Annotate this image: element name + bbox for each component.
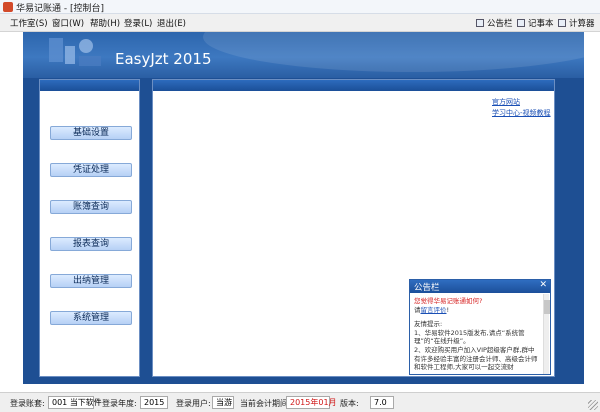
menu-help[interactable]: 帮助(H) [90, 17, 120, 29]
window-title: 华易记账通 - [控制台] [16, 4, 104, 14]
official-site-link[interactable]: 官方网站 [492, 97, 520, 107]
user-value: 当游 [212, 396, 234, 409]
bulletin-question-link[interactable]: 您觉得华易记账通如何? [414, 297, 540, 306]
close-icon[interactable]: ✕ [539, 280, 547, 290]
status-bar: 登录账套: 001 当下软件 登录年度: 2015 登录用户: 当游 当前会计期… [0, 392, 600, 412]
bulletin-tips-title: 友情提示: [414, 320, 443, 329]
bulletin-body: 您觉得华易记账通如何? 请留言评价! 友情提示: 1、华易软件2015版发布,请… [414, 297, 540, 372]
sidebar-header [40, 80, 139, 91]
version-label: 版本: [340, 399, 359, 408]
menu-bar: 工作室(S) 窗口(W) 帮助(H) 登录(L) 退出(E) 公告栏 记事本 计… [0, 14, 600, 32]
period-label: 当前会计期间: [240, 399, 291, 408]
calculator-tool-button[interactable]: 计算器 [558, 17, 595, 29]
bulletin-invite-suffix: ! [446, 305, 450, 314]
bulletin-header: 公告栏 ✕ [410, 280, 550, 293]
bulletin-scrollbar[interactable] [543, 294, 550, 374]
notepad-icon [517, 19, 525, 27]
banner-decoration [203, 32, 584, 72]
video-tutorial-link[interactable]: 学习中心-视频教程 [492, 108, 551, 118]
bulletin-title: 公告栏 [414, 283, 440, 293]
calculator-tool-label: 计算器 [569, 19, 595, 29]
nav-system-button[interactable]: 系统管理 [50, 311, 132, 325]
sidebar: 基础设置 凭证处理 账簿查询 报表查询 出纳管理 系统管理 [39, 79, 140, 377]
nav-report-query-button[interactable]: 报表查询 [50, 237, 132, 251]
bulletin-scroll-thumb[interactable] [544, 300, 550, 314]
bulletin-panel: 公告栏 ✕ 您觉得华易记账通如何? 请留言评价! 友情提示: 1、华易软件201… [409, 279, 551, 375]
banner-illustration-icon [49, 38, 101, 66]
nav-ledger-query-button[interactable]: 账簿查询 [50, 200, 132, 214]
version-value: 7.0 [370, 396, 394, 409]
account-label: 登录账套: [10, 399, 45, 408]
banner-title: EasyJzt 2015 [115, 50, 212, 68]
user-label: 登录用户: [176, 399, 211, 408]
nav-cashier-button[interactable]: 出纳管理 [50, 274, 132, 288]
bulletin-tool-button[interactable]: 公告栏 [476, 17, 513, 29]
bulletin-invite: 请留言评价! [414, 306, 540, 315]
title-bar: 华易记账通 - [控制台] [0, 0, 600, 14]
bulletin-review-link[interactable]: 留言评价 [421, 306, 447, 314]
year-value: 2015 [140, 396, 168, 409]
menu-exit[interactable]: 退出(E) [157, 17, 186, 29]
bulletin-tip-1: 1、华易软件2015版发布,请点“系统管理”的“在线升级”。 [414, 328, 525, 346]
menu-login[interactable]: 登录(L) [124, 17, 152, 29]
banner: EasyJzt 2015 [23, 32, 584, 78]
period-value: 2015年01月 [286, 396, 337, 409]
year-label: 登录年度: [102, 399, 137, 408]
bulletin-icon [476, 19, 484, 27]
nav-basic-settings-button[interactable]: 基础设置 [50, 126, 132, 140]
app-logo-icon [3, 2, 13, 12]
bulletin-tip-2: 2、欢迎购买用户加入VIP超级客户群,群中有许多经验丰富的注册会计师、高级会计师… [414, 345, 538, 372]
notepad-tool-button[interactable]: 记事本 [517, 17, 554, 29]
nav-voucher-button[interactable]: 凭证处理 [50, 163, 132, 177]
menu-window[interactable]: 窗口(W) [52, 17, 84, 29]
menu-workroom[interactable]: 工作室(S) [10, 17, 48, 29]
account-value: 001 当下软件 [48, 396, 102, 409]
notepad-tool-label: 记事本 [528, 19, 554, 29]
calculator-icon [558, 19, 566, 27]
resize-grip[interactable] [588, 400, 598, 410]
main-panel-header [153, 80, 554, 91]
bulletin-tool-label: 公告栏 [487, 19, 513, 29]
